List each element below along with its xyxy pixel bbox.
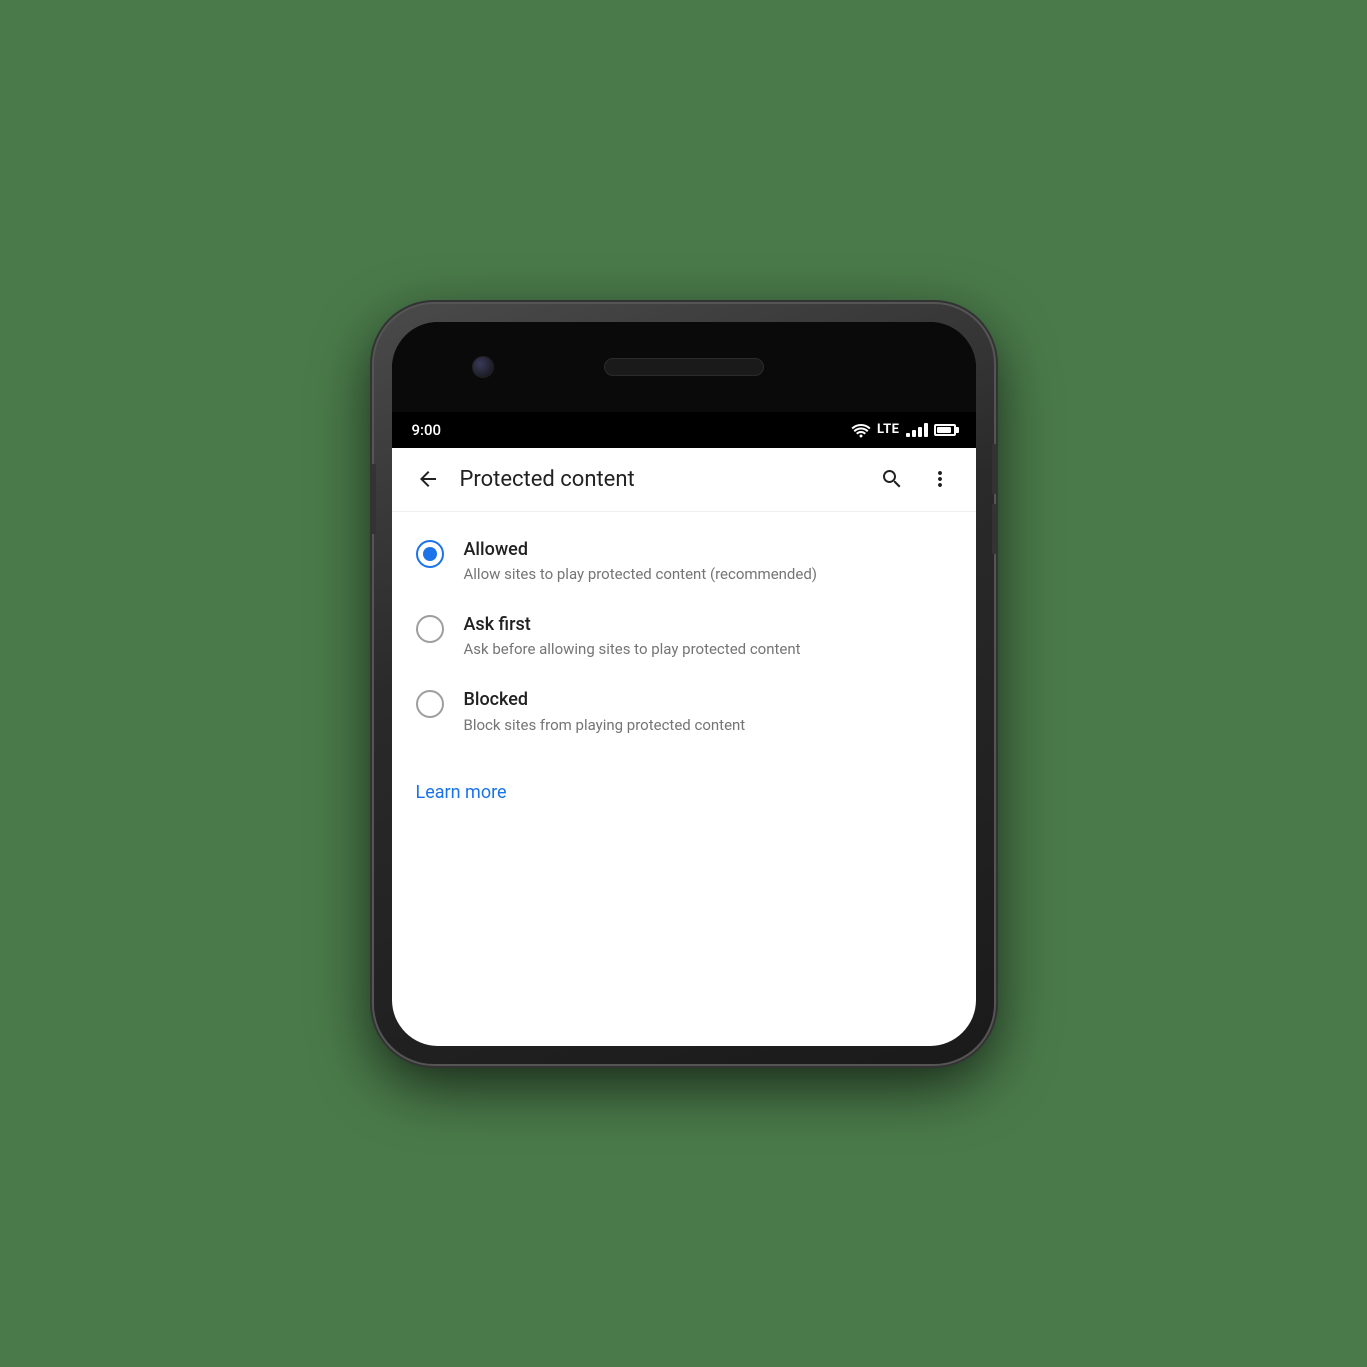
option-title-allowed: Allowed <box>464 538 952 561</box>
options-list: Allowed Allow sites to play protected co… <box>392 512 976 762</box>
battery-icon <box>934 424 956 436</box>
wifi-icon <box>851 422 871 438</box>
option-desc-blocked: Block sites from playing protected conte… <box>464 715 952 736</box>
radio-outer-allowed <box>416 540 444 568</box>
back-button[interactable] <box>408 459 448 499</box>
radio-outer-blocked <box>416 690 444 718</box>
lte-indicator: LTE <box>877 422 899 437</box>
option-title-blocked: Blocked <box>464 688 952 711</box>
screen-content: Protected content <box>392 448 976 1046</box>
radio-allowed[interactable] <box>416 540 444 568</box>
status-bar: 9:00 LTE <box>392 412 976 448</box>
option-text-blocked: Blocked Block sites from playing protect… <box>464 688 952 735</box>
power-button[interactable] <box>370 464 376 534</box>
option-desc-allowed: Allow sites to play protected content (r… <box>464 564 952 585</box>
status-icons: LTE <box>851 422 955 438</box>
signal-icon <box>906 423 928 437</box>
option-desc-ask-first: Ask before allowing sites to play protec… <box>464 639 952 660</box>
option-text-allowed: Allowed Allow sites to play protected co… <box>464 538 952 585</box>
top-bezel <box>392 322 976 412</box>
radio-inner-allowed <box>423 547 437 561</box>
option-title-ask-first: Ask first <box>464 613 952 636</box>
radio-outer-ask-first <box>416 615 444 643</box>
search-button[interactable] <box>872 459 912 499</box>
front-camera <box>472 356 494 378</box>
option-blocked[interactable]: Blocked Block sites from playing protect… <box>392 674 976 749</box>
phone-frame: 9:00 LTE <box>374 304 994 1064</box>
volume-up-button[interactable] <box>992 444 998 494</box>
radio-blocked[interactable] <box>416 690 444 718</box>
radio-ask-first[interactable] <box>416 615 444 643</box>
status-time: 9:00 <box>412 421 442 439</box>
page-title: Protected content <box>460 467 860 492</box>
option-allowed[interactable]: Allowed Allow sites to play protected co… <box>392 524 976 599</box>
toolbar-actions <box>872 459 960 499</box>
more-options-button[interactable] <box>920 459 960 499</box>
app-bar: Protected content <box>392 448 976 512</box>
phone-screen: 9:00 LTE <box>392 322 976 1046</box>
option-ask-first[interactable]: Ask first Ask before allowing sites to p… <box>392 599 976 674</box>
volume-down-button[interactable] <box>992 504 998 554</box>
learn-more-link[interactable]: Learn more <box>416 782 507 803</box>
speaker <box>604 358 764 376</box>
option-text-ask-first: Ask first Ask before allowing sites to p… <box>464 613 952 660</box>
learn-more-section: Learn more <box>392 762 976 823</box>
